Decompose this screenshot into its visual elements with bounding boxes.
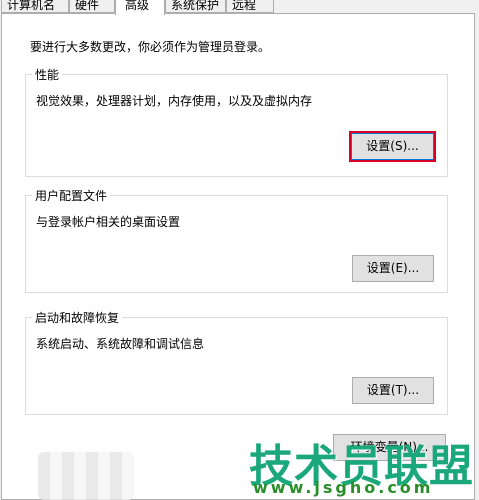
admin-notice: 要进行大多数更改，你必须作为管理员登录。 — [30, 40, 271, 54]
user-profiles-settings-button[interactable]: 设置(E)... — [352, 255, 434, 282]
tab-hardware[interactable]: 硬件 — [69, 0, 115, 13]
startup-recovery-group: 启动和故障恢复 系统启动、系统故障和调试信息 设置(T)... — [25, 309, 448, 415]
blurred-region — [38, 452, 134, 500]
performance-settings-button[interactable]: 设置(S)... — [351, 133, 434, 160]
performance-description: 视觉效果，处理器计划，内存使用，以及及虚拟内存 — [36, 94, 313, 108]
tab-remote[interactable]: 远程 — [226, 0, 274, 13]
environment-variables-button[interactable]: 环境变量(N)... — [333, 434, 446, 461]
performance-group: 性能 视觉效果，处理器计划，内存使用，以及及虚拟内存 设置(S)... — [25, 66, 448, 177]
tab-computer-name[interactable]: 计算机名 — [1, 0, 69, 13]
startup-recovery-settings-button[interactable]: 设置(T)... — [352, 377, 434, 404]
tab-system-protection[interactable]: 系统保护 — [165, 0, 226, 13]
tab-advanced[interactable]: 高级 — [115, 0, 165, 15]
user-profiles-group-title: 用户配置文件 — [32, 187, 111, 204]
startup-recovery-description: 系统启动、系统故障和调试信息 — [36, 337, 205, 351]
user-profiles-description: 与登录帐户相关的桌面设置 — [36, 215, 181, 229]
user-profiles-group: 用户配置文件 与登录帐户相关的桌面设置 设置(E)... — [25, 187, 448, 293]
tab-strip: 计算机名 硬件 高级 系统保护 远程 — [0, 0, 479, 15]
startup-recovery-group-title: 启动和故障恢复 — [32, 309, 123, 326]
performance-group-title: 性能 — [32, 66, 63, 83]
